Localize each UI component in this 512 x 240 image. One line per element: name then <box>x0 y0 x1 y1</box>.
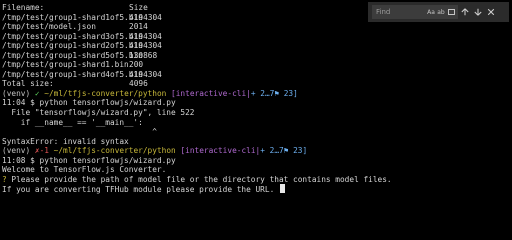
shell-prompt: (venv) ✗-1 ~/ml/tfjs-converter/python [i… <box>2 146 512 156</box>
file-size: 130868 <box>129 50 158 60</box>
file-size: 4194304 <box>129 41 162 51</box>
file-name: /tmp/test/group1-shard2of5.bin <box>2 41 143 51</box>
error-message: SyntaxError: invalid syntax <box>2 136 129 146</box>
total-size-value: 4096 <box>129 79 148 89</box>
find-input[interactable]: Find Aa ab <box>372 5 458 19</box>
header-size: Size <box>129 3 148 12</box>
total-size-label: Total size: <box>2 79 54 89</box>
git-status: + 2…7⚑ 23] <box>250 88 298 98</box>
find-placeholder: Find <box>376 8 391 16</box>
shell-prompt: (venv) ✓ ~/ml/tfjs-converter/python [int… <box>2 89 512 99</box>
file-name: /tmp/test/group1-shard5of5.bin <box>2 50 143 60</box>
file-name: /tmp/test/group1-shard1of5.bin <box>2 12 143 22</box>
close-find-button[interactable] <box>485 5 497 19</box>
traceback-caret: ^ <box>2 127 157 137</box>
file-row: /tmp/test/model.json 2014 <box>2 22 512 32</box>
arrow-up-icon <box>461 8 469 16</box>
wizard-question: ? Please provide the path of model file … <box>2 175 512 185</box>
git-branch: [interactive-cli| <box>180 146 261 156</box>
file-size: 200 <box>129 60 144 70</box>
wizard-hint[interactable]: If you are converting TFHub module pleas… <box>2 184 512 194</box>
file-size: 4194304 <box>129 69 162 79</box>
cwd-path: ~/ml/tfjs-converter/python <box>53 146 176 156</box>
git-branch: [interactive-cli| <box>171 88 251 98</box>
venv-indicator: (venv) <box>2 146 31 156</box>
file-row: /tmp/test/group1-shard4of5.bin4194304 <box>2 70 512 80</box>
success-check-icon: ✓ <box>34 88 40 98</box>
file-size: 4194304 <box>129 31 162 41</box>
total-size-row: Total size: 4096 <box>2 79 512 89</box>
traceback-code: if __name__ == '__main__': <box>2 117 143 127</box>
file-name: /tmp/test/group1-shard4of5.bin <box>2 69 143 79</box>
find-widget: Find Aa ab <box>368 2 509 22</box>
terminal-cursor <box>279 184 285 194</box>
traceback-file: File "tensorflowjs/wizard.py", line 522 <box>2 108 195 118</box>
file-name: /tmp/test/group1-shard3of5.bin <box>2 31 143 41</box>
regex-toggle-icon[interactable] <box>448 9 455 15</box>
error-status: ✗-1 <box>34 146 49 156</box>
hint-text: If you are converting TFHub module pleas… <box>2 185 275 194</box>
file-size: 4194304 <box>129 12 162 22</box>
next-match-button[interactable] <box>472 5 484 19</box>
venv-indicator: (venv) <box>2 88 31 98</box>
question-text: Please provide the path of model file or… <box>6 174 392 184</box>
file-name: /tmp/test/group1-shard1.bin <box>2 60 129 70</box>
whole-word-toggle[interactable]: ab <box>436 9 446 16</box>
file-row: /tmp/test/group1-shard2of5.bin4194304 <box>2 41 512 51</box>
arrow-down-icon <box>474 8 482 16</box>
file-row: /tmp/test/group1-shard5of5.bin130868 <box>2 51 512 61</box>
header-filename: Filename: <box>2 3 45 12</box>
file-row: /tmp/test/group1-shard3of5.bin4194304 <box>2 32 512 42</box>
welcome-message: Welcome to TensorFlow.js Converter. <box>2 165 167 175</box>
command-line: 11:08 $ python tensorflowjs/wizard.py <box>2 155 176 165</box>
match-case-toggle[interactable]: Aa <box>426 9 436 16</box>
close-icon <box>487 8 495 16</box>
terminal[interactable]: Filename: Size /tmp/test/group1-shard1of5… <box>0 0 512 203</box>
previous-match-button[interactable] <box>459 5 471 19</box>
file-size: 2014 <box>129 22 148 32</box>
file-name: /tmp/test/model.json <box>2 22 96 32</box>
file-row: /tmp/test/group1-shard1.bin200 <box>2 60 512 70</box>
command-line: 11:04 $ python tensorflowjs/wizard.py <box>2 98 176 108</box>
git-status: + 2…7⚑ 23] <box>260 146 308 156</box>
cwd-path: ~/ml/tfjs-converter/python <box>44 88 167 98</box>
